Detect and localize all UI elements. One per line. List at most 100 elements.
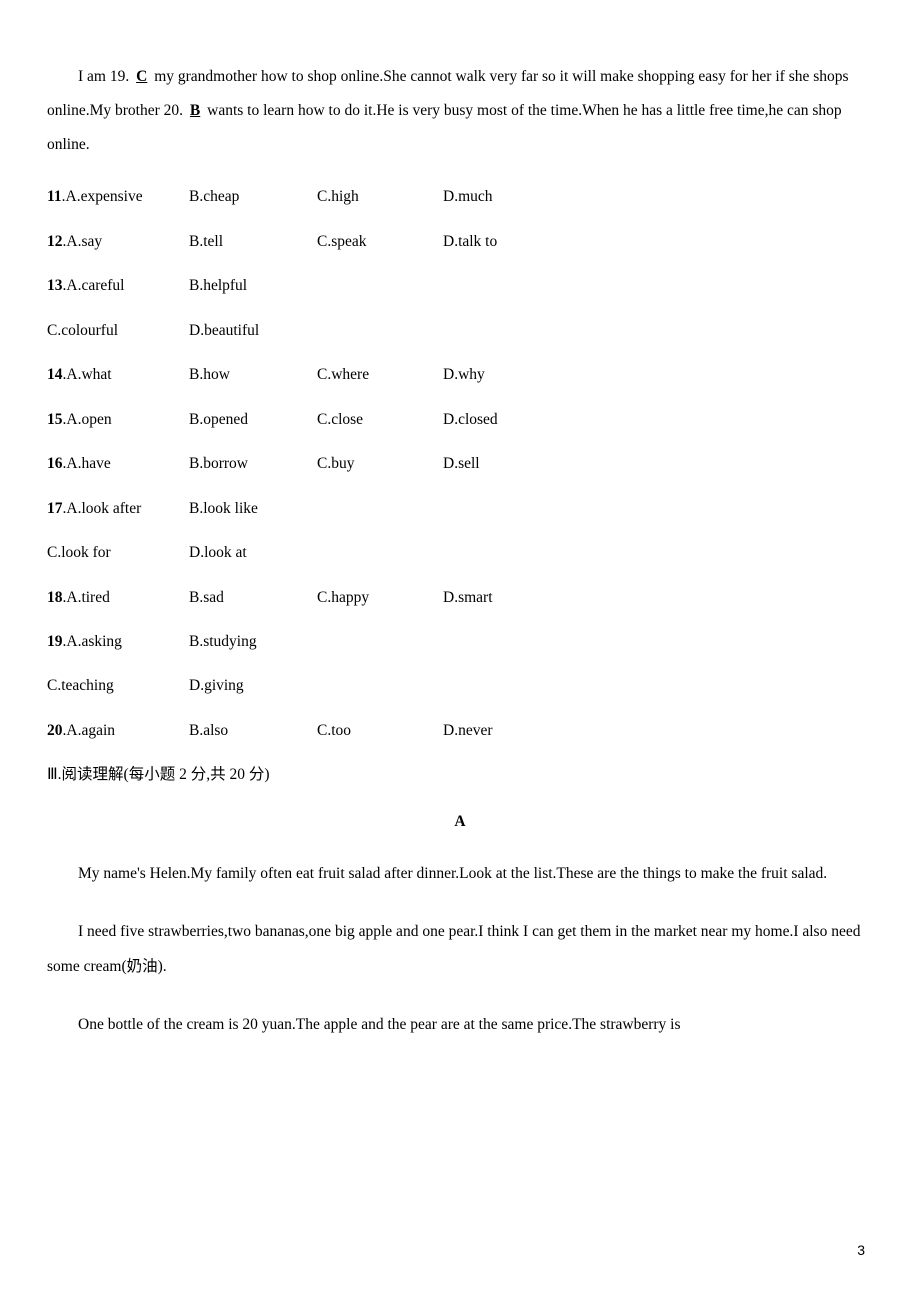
question-number: 18 [47,589,63,606]
question-option: B.studying [189,631,317,653]
question-number: 14 [47,366,63,383]
cloze-answer-20: B [187,102,203,119]
question-row: 14.A.whatB.how C.where D.why [47,364,873,386]
question-row: 12.A.sayB.tellC.speakD.talk to [47,231,873,253]
question-option-text: A.again [66,722,115,739]
question-row-cont: C.teaching D.giving [47,675,873,697]
question-option-text: D.closed [443,411,498,428]
question-option: C.teaching [47,675,189,697]
question-option-text: D.talk to [443,233,497,250]
question-option: 13.A.careful [47,275,189,297]
question-option: C.buy [317,453,443,475]
question-option: 16.A.have [47,453,189,475]
question-number: 20 [47,722,63,739]
question-option-text: C.close [317,411,363,428]
question-option-text: D.smart [443,589,493,606]
question-option: D.beautiful [189,320,317,342]
question-number: 11 [47,188,62,205]
question-option-text: A.open [66,411,111,428]
question-option-text: A.look after [66,500,141,517]
question-option-text: A.asking [66,633,122,650]
question-option-text: B.cheap [189,188,239,205]
question-option-text: D.giving [189,677,244,694]
question-option: 15.A.open [47,409,189,431]
page-number: 3 [857,1240,865,1260]
question-option: C.speak [317,231,443,253]
question-option: B.how [189,364,317,386]
question-option: D.smart [443,587,593,609]
question-option: C.colourful [47,320,189,342]
question-option-text: B.helpful [189,277,247,294]
question-option-text: B.borrow [189,455,248,472]
question-option: C.where [317,364,443,386]
question-option: 18.A.tired [47,587,189,609]
question-option: D.sell [443,453,593,475]
question-number: 19 [47,633,63,650]
question-option: C.happy [317,587,443,609]
question-option: 12.A.say [47,231,189,253]
question-row-cont: C.look for D.look at [47,542,873,564]
cloze-paragraph: I am 19. C my grandmother how to shop on… [47,60,873,162]
question-number: 12 [47,233,63,250]
question-option: C.high [317,186,443,208]
question-option: C.too [317,720,443,742]
question-option-text: A.what [66,366,111,383]
question-option: B.sad [189,587,317,609]
question-option-text: A.tired [66,589,109,606]
question-option-text: B.look like [189,500,258,517]
question-option-text: D.much [443,188,493,205]
question-number: 17 [47,500,63,517]
question-option: C.look for [47,542,189,564]
question-option-text: B.sad [189,589,224,606]
question-option-text: C.where [317,366,369,383]
question-option: D.closed [443,409,593,431]
passage-para-1: My name's Helen.My family often eat frui… [47,857,873,891]
passage-para-3: One bottle of the cream is 20 yuan.The a… [47,1008,873,1042]
question-option-text: C.colourful [47,322,118,339]
question-option-text: D.sell [443,455,480,472]
passage-label: A [47,811,873,833]
question-option-text: C.too [317,722,351,739]
passage-para-2: I need five strawberries,two bananas,one… [47,915,873,983]
question-option-text: D.beautiful [189,322,259,339]
question-option: D.giving [189,675,317,697]
question-row: 15.A.openB.opened C.close D.closed [47,409,873,431]
question-row: 19.A.askingB.studying [47,631,873,653]
cloze-answer-19: C [133,68,150,85]
question-option: 11.A.expensive [47,186,189,208]
question-option-text: C.high [317,188,359,205]
question-option-text: A.careful [66,277,124,294]
question-option: D.why [443,364,593,386]
question-number: 13 [47,277,63,294]
question-option-text: A.expensive [66,188,143,205]
question-row: 13.A.carefulB.helpful [47,275,873,297]
question-option-text: C.teaching [47,677,114,694]
question-option: 14.A.what [47,364,189,386]
question-row: 11.A.expensiveB.cheap C.high D.much [47,186,873,208]
question-option: B.also [189,720,317,742]
question-option: B.borrow [189,453,317,475]
question-option-text: D.look at [189,544,247,561]
question-number: 16 [47,455,63,472]
question-option-text: C.look for [47,544,111,561]
section-3-title: Ⅲ.阅读理解(每小题 2 分,共 20 分) [47,764,873,786]
question-option-text: B.studying [189,633,257,650]
question-option: 17.A.look after [47,498,189,520]
question-option-text: B.how [189,366,230,383]
question-number: 15 [47,411,63,428]
question-row-cont: C.colourful D.beautiful [47,320,873,342]
question-option: D.never [443,720,593,742]
question-option: 19.A.asking [47,631,189,653]
question-option-text: C.happy [317,589,369,606]
question-option: B.helpful [189,275,317,297]
question-option-text: A.have [66,455,110,472]
question-option-text: D.never [443,722,493,739]
question-option-text: B.opened [189,411,248,428]
question-option: B.look like [189,498,317,520]
question-row: 17.A.look afterB.look like [47,498,873,520]
question-option: D.look at [189,542,317,564]
question-option: 20.A.again [47,720,189,742]
question-option: B.opened [189,409,317,431]
question-option: B.cheap [189,186,317,208]
question-option-text: B.also [189,722,228,739]
